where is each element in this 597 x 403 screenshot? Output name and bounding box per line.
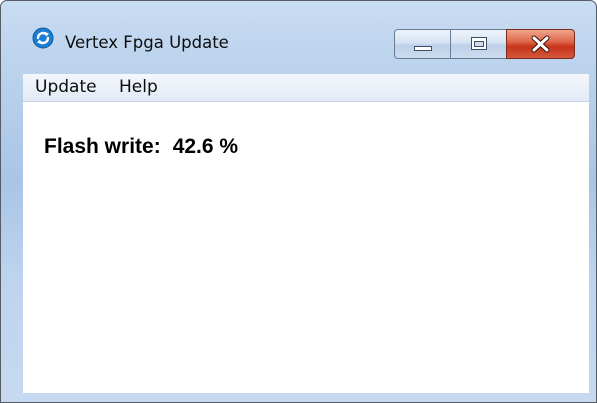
title-bar[interactable]: Vertex Fpga Update [1, 1, 596, 59]
maximize-icon [471, 37, 487, 50]
maximize-button[interactable] [450, 29, 507, 59]
minimize-button[interactable] [394, 29, 451, 59]
app-window: Vertex Fpga Update Update Help Flash wri… [0, 0, 597, 403]
menu-bar: Update Help [23, 74, 589, 102]
menu-item-update[interactable]: Update [35, 77, 97, 97]
refresh-circle-icon [32, 27, 54, 49]
close-icon [531, 35, 550, 53]
flash-status-label: Flash write: [44, 135, 161, 158]
minimize-icon [414, 46, 432, 51]
close-button[interactable] [506, 29, 575, 59]
window-title: Vertex Fpga Update [65, 33, 229, 52]
flash-progress-value: 42.6 % [172, 135, 239, 158]
menu-item-help[interactable]: Help [119, 77, 158, 97]
flash-status: Flash write: 42.6 % [44, 135, 238, 159]
client-area: Flash write: 42.6 % [23, 102, 589, 393]
